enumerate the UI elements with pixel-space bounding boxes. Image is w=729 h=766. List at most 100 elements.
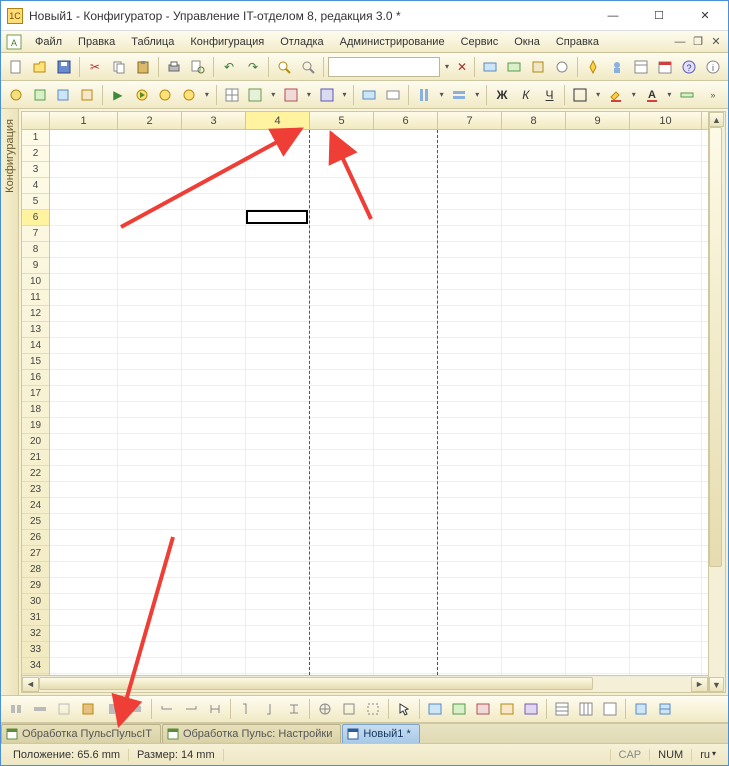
tb2-grid2-drop[interactable]: ▾ bbox=[268, 84, 278, 106]
row-header-34[interactable]: 34 bbox=[22, 658, 49, 674]
toolbar-overflow[interactable]: » bbox=[702, 84, 724, 106]
run-button[interactable]: ▶ bbox=[107, 84, 129, 106]
open-button[interactable] bbox=[29, 56, 51, 78]
pointer-tool[interactable] bbox=[393, 698, 415, 720]
row-header-4[interactable]: 4 bbox=[22, 178, 49, 194]
row-header-21[interactable]: 21 bbox=[22, 450, 49, 466]
mdi-close-button[interactable]: ✕ bbox=[708, 34, 724, 50]
row-header-30[interactable]: 30 bbox=[22, 594, 49, 610]
search-dropdown[interactable]: ▾ bbox=[442, 56, 452, 78]
bt-b1[interactable] bbox=[156, 698, 178, 720]
col-header-2[interactable]: 2 bbox=[118, 112, 182, 129]
tb2-grid3-drop[interactable]: ▾ bbox=[304, 84, 314, 106]
paste-button[interactable] bbox=[132, 56, 154, 78]
row-header-11[interactable]: 11 bbox=[22, 290, 49, 306]
scroll-up-button[interactable]: ▲ bbox=[709, 112, 724, 127]
bt-b3[interactable] bbox=[204, 698, 226, 720]
doc-tab-2[interactable]: Новый1 * bbox=[342, 724, 419, 743]
tb2-col2[interactable] bbox=[449, 84, 471, 106]
tb2-x[interactable] bbox=[676, 84, 698, 106]
tb2-col2-drop[interactable]: ▾ bbox=[472, 84, 482, 106]
row-header-9[interactable]: 9 bbox=[22, 258, 49, 274]
row-header-14[interactable]: 14 bbox=[22, 338, 49, 354]
row-header-3[interactable]: 3 bbox=[22, 162, 49, 178]
redo-button[interactable]: ↷ bbox=[242, 56, 264, 78]
bt-d1[interactable] bbox=[314, 698, 336, 720]
tb2-grid4-drop[interactable]: ▾ bbox=[340, 84, 350, 106]
doc-tab-1[interactable]: Обработка Пульс: Настройки bbox=[162, 724, 341, 743]
cut-button[interactable]: ✂ bbox=[84, 56, 106, 78]
tb2-b[interactable] bbox=[29, 84, 51, 106]
menu-edit[interactable]: Правка bbox=[70, 34, 123, 50]
tb2-grid2[interactable] bbox=[245, 84, 267, 106]
row-header-15[interactable]: 15 bbox=[22, 354, 49, 370]
tb1-btn-d[interactable] bbox=[551, 56, 573, 78]
bt-g2[interactable] bbox=[654, 698, 676, 720]
close-button[interactable]: ✕ bbox=[682, 1, 728, 30]
row-header-25[interactable]: 25 bbox=[22, 514, 49, 530]
tb1-btn-c[interactable] bbox=[527, 56, 549, 78]
menu-help[interactable]: Справка bbox=[548, 34, 607, 50]
bt-a2[interactable] bbox=[29, 698, 51, 720]
row-header-7[interactable]: 7 bbox=[22, 226, 49, 242]
row-header-28[interactable]: 28 bbox=[22, 562, 49, 578]
col-header-8[interactable]: 8 bbox=[502, 112, 566, 129]
save-button[interactable] bbox=[53, 56, 75, 78]
menu-windows[interactable]: Окна bbox=[506, 34, 548, 50]
row-header-6[interactable]: 6 bbox=[22, 210, 49, 226]
border-button[interactable] bbox=[569, 84, 591, 106]
print-preview-button[interactable] bbox=[187, 56, 209, 78]
row-header-17[interactable]: 17 bbox=[22, 386, 49, 402]
row-header-33[interactable]: 33 bbox=[22, 642, 49, 658]
copy-button[interactable] bbox=[108, 56, 130, 78]
bt-a6[interactable] bbox=[125, 698, 147, 720]
row-header-5[interactable]: 5 bbox=[22, 194, 49, 210]
row-header-2[interactable]: 2 bbox=[22, 146, 49, 162]
search-input[interactable] bbox=[328, 57, 440, 77]
col-header-3[interactable]: 3 bbox=[182, 112, 246, 129]
row-header-10[interactable]: 10 bbox=[22, 274, 49, 290]
border-drop[interactable]: ▾ bbox=[593, 84, 603, 106]
print-button[interactable] bbox=[163, 56, 185, 78]
row-header-12[interactable]: 12 bbox=[22, 306, 49, 322]
col-header-7[interactable]: 7 bbox=[438, 112, 502, 129]
calendar-icon[interactable] bbox=[654, 56, 676, 78]
col-header-6[interactable]: 6 bbox=[374, 112, 438, 129]
menu-config[interactable]: Конфигурация bbox=[182, 34, 272, 50]
mdi-restore-button[interactable]: ❐ bbox=[690, 34, 706, 50]
textcolor-button[interactable]: A bbox=[641, 84, 663, 106]
h-scrollbar[interactable]: ◄ ► bbox=[22, 675, 708, 692]
cells-area[interactable] bbox=[50, 130, 708, 675]
bt-a1[interactable] bbox=[5, 698, 27, 720]
row-header-13[interactable]: 13 bbox=[22, 322, 49, 338]
tb2-d[interactable] bbox=[76, 84, 98, 106]
tb2-step3[interactable] bbox=[178, 84, 200, 106]
tb2-step-drop[interactable]: ▾ bbox=[202, 84, 212, 106]
bt-e3[interactable] bbox=[472, 698, 494, 720]
row-header-19[interactable]: 19 bbox=[22, 418, 49, 434]
row-header-31[interactable]: 31 bbox=[22, 610, 49, 626]
tb2-step1[interactable] bbox=[131, 84, 153, 106]
row-header-1[interactable]: 1 bbox=[22, 130, 49, 146]
row-header-27[interactable]: 27 bbox=[22, 546, 49, 562]
row-header-18[interactable]: 18 bbox=[22, 402, 49, 418]
search-clear-button[interactable]: ✕ bbox=[454, 56, 470, 78]
mdi-minimize-button[interactable]: — bbox=[672, 34, 688, 50]
menu-admin[interactable]: Администрирование bbox=[332, 34, 453, 50]
underline-button[interactable]: Ч bbox=[539, 84, 561, 106]
help-icon[interactable]: ? bbox=[678, 56, 700, 78]
bt-c1[interactable] bbox=[235, 698, 257, 720]
tb2-col1-drop[interactable]: ▾ bbox=[437, 84, 447, 106]
bt-e2[interactable] bbox=[448, 698, 470, 720]
col-header-10[interactable]: 10 bbox=[630, 112, 702, 129]
doc-tab-0[interactable]: Обработка ПульсПульсIT bbox=[1, 724, 161, 743]
tb2-grid4[interactable] bbox=[316, 84, 338, 106]
tb2-a[interactable] bbox=[5, 84, 27, 106]
tb2-c[interactable] bbox=[53, 84, 75, 106]
bt-f1[interactable] bbox=[551, 698, 573, 720]
row-header-26[interactable]: 26 bbox=[22, 530, 49, 546]
bt-f3[interactable] bbox=[599, 698, 621, 720]
minimize-button[interactable]: — bbox=[590, 1, 636, 30]
bgcolor-button[interactable] bbox=[605, 84, 627, 106]
tb2-grid3[interactable] bbox=[280, 84, 302, 106]
